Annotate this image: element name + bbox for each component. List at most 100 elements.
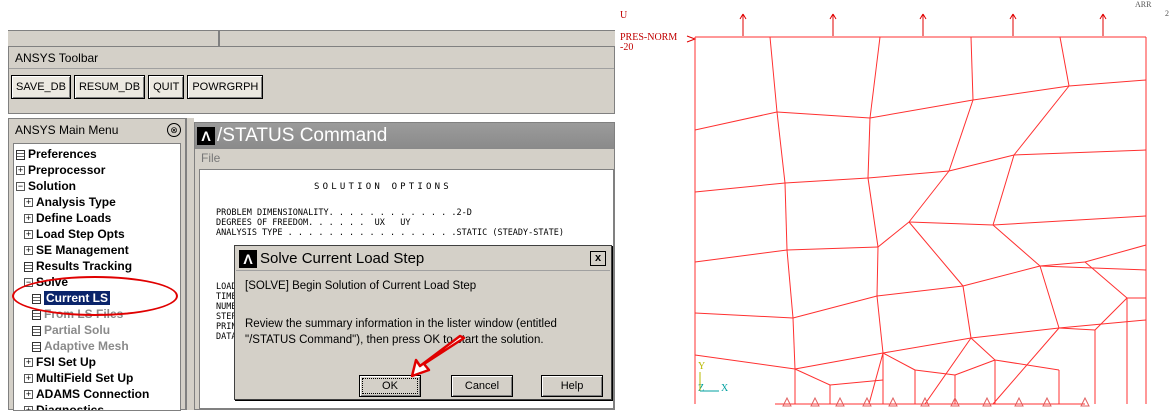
menu-file[interactable]: File	[195, 149, 614, 167]
menu-item-adams-connection[interactable]: + ADAMS Connection	[24, 386, 149, 402]
status-line: PROBLEM DIMENSIONALITY. . . . . . . . . …	[216, 208, 472, 218]
document-icon	[24, 261, 33, 272]
document-icon	[32, 309, 41, 320]
mesh-edge	[869, 36, 881, 119]
menu-item-label: MultiField Set Up	[36, 371, 134, 385]
menu-item-load-step-opts[interactable]: + Load Step Opts	[24, 226, 125, 242]
menu-item-label: Analysis Type	[36, 195, 116, 209]
window-top-border	[8, 30, 615, 47]
mesh-edge	[784, 177, 869, 184]
mesh-lines	[694, 36, 1147, 405]
menu-item-solution[interactable]: − Solution	[16, 178, 76, 194]
solve-dialog-titlebar[interactable]: Λ Solve Current Load Step x	[236, 247, 610, 271]
expand-icon: +	[24, 406, 33, 410]
support-triangle-icon	[810, 396, 820, 407]
close-button[interactable]: x	[590, 251, 606, 266]
load-arrows	[739, 13, 1107, 36]
status-line: DEGREES OF FREEDOM. . . . . . UX UY	[216, 218, 411, 228]
mesh-edge	[792, 317, 796, 370]
menu-item-label: Adaptive Mesh	[44, 339, 129, 353]
dialog-message: Review the summary information in the li…	[245, 318, 557, 330]
mesh-edge	[694, 249, 788, 263]
status-line: ANALYSIS TYPE . . . . . . . . . . . . . …	[216, 228, 564, 238]
mesh-edge	[1084, 261, 1128, 299]
mesh-edge	[784, 182, 788, 251]
dialog-message: [SOLVE] Begin Solution of Current Load S…	[245, 280, 477, 292]
toolbar-buttons: SAVE_DB RESUM_DB QUIT POWRGRPH	[11, 75, 264, 101]
mesh-edge	[908, 170, 950, 223]
mesh-edge	[1084, 244, 1147, 263]
highlight-ellipse	[12, 276, 178, 316]
mesh-edge	[882, 352, 916, 371]
menu-item-analysis-type[interactable]: + Analysis Type	[24, 194, 116, 210]
mesh-edge	[786, 246, 879, 251]
toolbar-button-quit[interactable]: QUIT	[148, 75, 185, 99]
support-triangle-icon	[782, 396, 792, 407]
panel-divider	[186, 118, 194, 410]
menu-item-adaptive-mesh[interactable]: Adaptive Mesh	[32, 338, 129, 354]
solve-dialog-title: Solve Current Load Step	[260, 250, 425, 267]
toolbar-button-save-db[interactable]: SAVE_DB	[11, 75, 71, 99]
support-triangle-icon	[1042, 396, 1052, 407]
mesh-edge	[794, 368, 831, 386]
mesh-edge	[962, 265, 1041, 287]
expand-icon: +	[24, 373, 33, 384]
menu-item-preferences[interactable]: Preferences	[16, 146, 97, 162]
mesh-edge	[908, 221, 994, 226]
menu-item-define-loads[interactable]: + Define Loads	[24, 210, 111, 226]
support-triangle-icon	[835, 396, 845, 407]
mesh-edge	[1039, 261, 1086, 267]
mesh-edge	[876, 246, 879, 297]
menu-item-label: SE Management	[36, 243, 129, 257]
menu-item-multifield-set-up[interactable]: + MultiField Set Up	[24, 370, 133, 386]
mesh-edge	[992, 327, 1060, 405]
mesh-edge	[1068, 79, 1147, 87]
mesh-edge	[786, 249, 794, 319]
mesh-edge	[992, 215, 1147, 226]
menu-item-results-tracking[interactable]: Results Tracking	[24, 258, 132, 274]
expand-icon: +	[24, 229, 33, 240]
mesh-edge	[776, 111, 786, 184]
red-arrow-icon	[410, 334, 466, 378]
menu-item-label: Preprocessor	[28, 163, 106, 177]
document-icon	[32, 325, 41, 336]
mesh-edge	[867, 170, 950, 179]
expand-icon: +	[24, 389, 33, 400]
main-menu-title: ANSYS Main Menu	[15, 123, 119, 137]
mesh-edge	[994, 359, 1060, 371]
expand-icon: +	[24, 245, 33, 256]
toolbar-button-powrgrph[interactable]: POWRGRPH	[187, 75, 264, 99]
pressure-marker-icon	[686, 35, 697, 43]
mesh-edge	[1058, 327, 1096, 331]
mesh-edge	[1058, 319, 1147, 329]
mesh-edge	[970, 337, 996, 361]
mesh-edge	[1013, 85, 1070, 156]
menu-item-se-management[interactable]: + SE Management	[24, 242, 129, 258]
menu-item-preprocessor[interactable]: + Preprocessor	[16, 162, 105, 178]
mesh-edge	[869, 99, 974, 119]
collapse-icon[interactable]: ⊗	[167, 123, 181, 137]
document-icon	[32, 341, 41, 352]
dialog-message: "/STATUS Command"), then press OK to sta…	[245, 334, 544, 346]
support-symbols	[782, 396, 1090, 407]
menu-item-label: ADAMS Connection	[36, 387, 150, 401]
status-window-titlebar[interactable]: Λ /STATUS Command	[195, 123, 614, 149]
help-button[interactable]: Help	[541, 375, 603, 397]
menu-item-label: Define Loads	[36, 211, 112, 225]
support-triangle-icon	[888, 396, 898, 407]
status-window-title: /STATUS Command	[217, 125, 388, 146]
mesh-edge	[694, 354, 796, 370]
toolbar-button-resum-db[interactable]: RESUM_DB	[73, 75, 146, 99]
mesh-edge	[794, 352, 884, 370]
menu-item-label: Solution	[28, 179, 76, 193]
mesh-edge	[694, 182, 786, 193]
mesh-edge	[914, 369, 956, 376]
menu-item-label: Preferences	[28, 147, 97, 161]
mesh-edge	[1013, 149, 1147, 156]
menu-item-fsi-set-up[interactable]: + FSI Set Up	[24, 354, 96, 370]
menu-item-partial-solu[interactable]: Partial Solu	[32, 322, 110, 338]
mesh-edge	[970, 36, 974, 101]
support-triangle-icon	[1014, 396, 1024, 407]
mesh-edge	[882, 337, 972, 354]
mesh-edge	[876, 285, 964, 297]
